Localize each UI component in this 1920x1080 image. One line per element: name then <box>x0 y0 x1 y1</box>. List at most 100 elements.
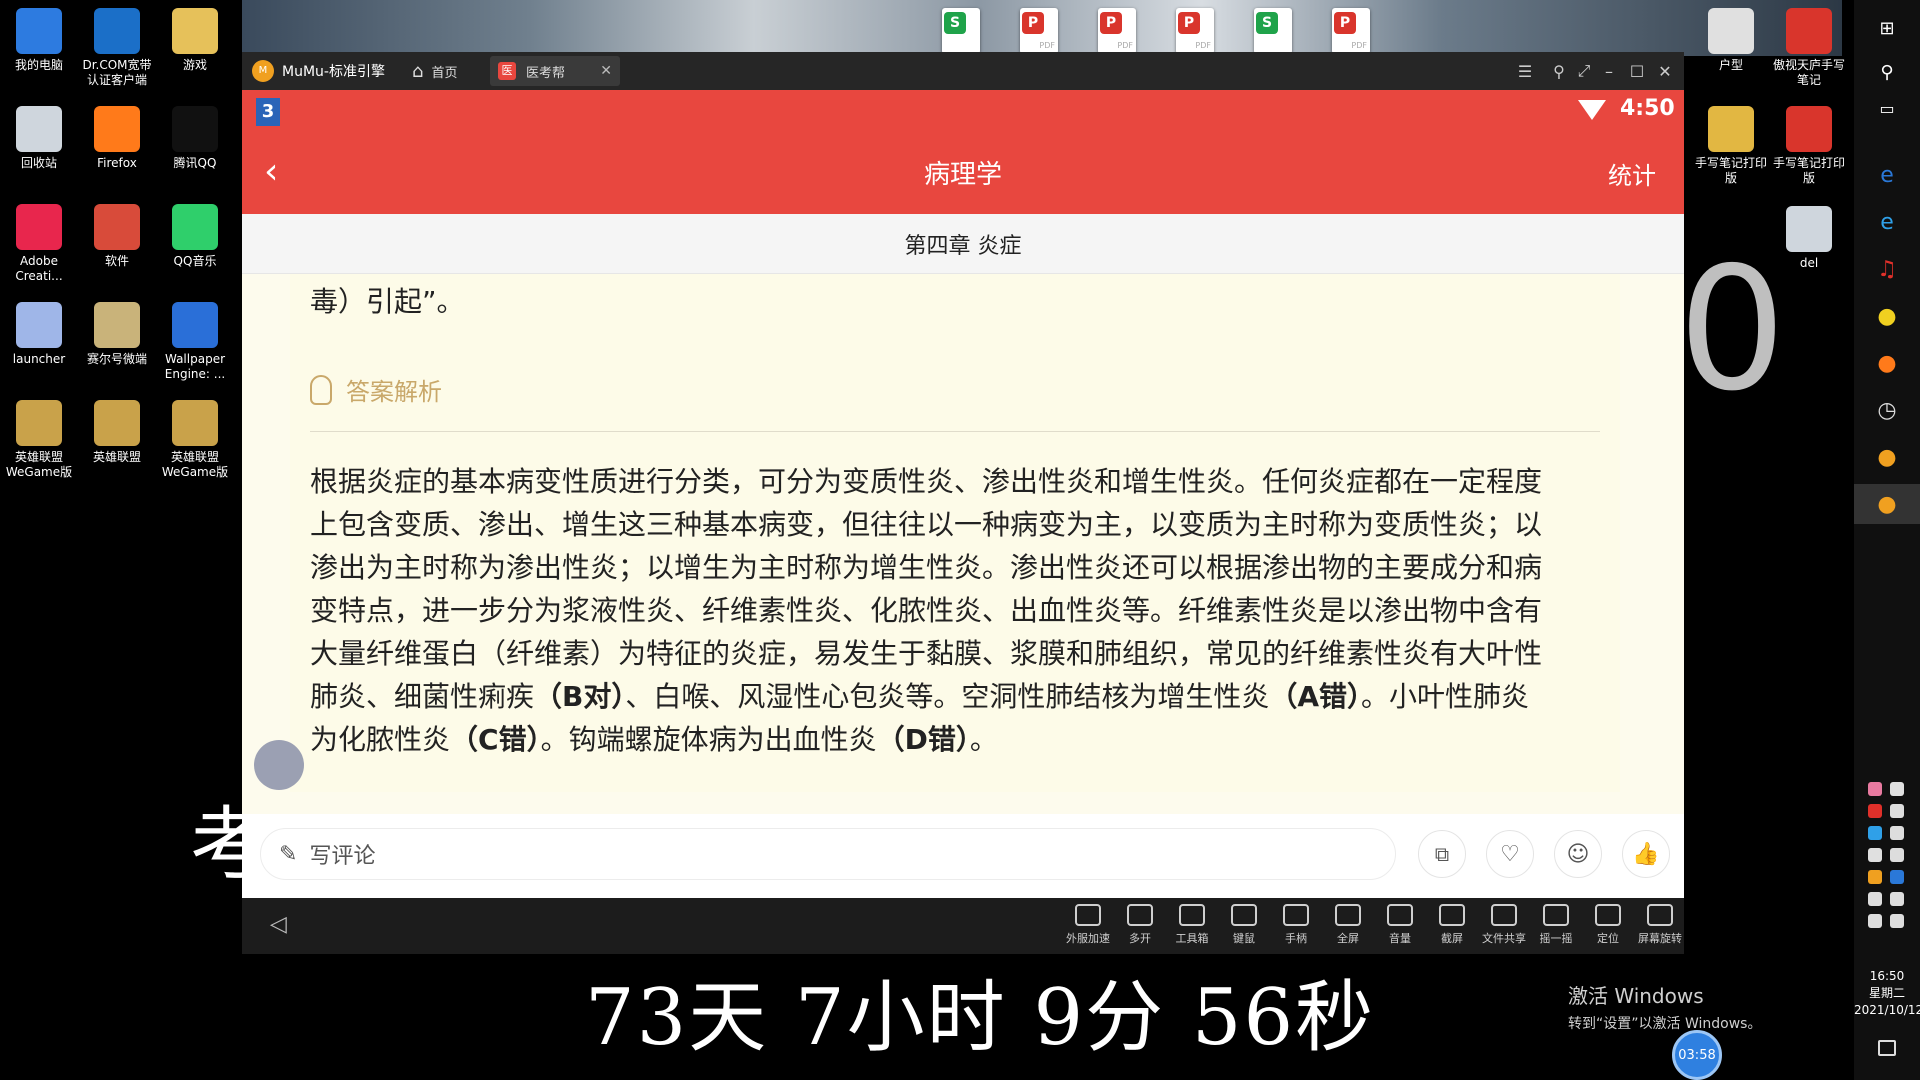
desktop-file[interactable]: S <box>942 8 980 54</box>
toolbar-tool[interactable]: 音量 <box>1374 904 1426 946</box>
taskbar-app-netease[interactable]: ♫ <box>1867 249 1907 289</box>
tab-yikaobang[interactable]: 医 医考帮 ✕ <box>490 56 620 86</box>
lol-icon <box>94 400 140 446</box>
desktop-icon[interactable]: 手写笔记打印版 <box>1770 106 1848 186</box>
toolbar-tool[interactable]: 定位 <box>1582 904 1634 946</box>
desktop-icon[interactable]: 赛尔号微端 <box>78 302 156 367</box>
share-button[interactable]: ⧉ <box>1418 830 1466 878</box>
floating-timer[interactable]: 03:58 <box>1672 1030 1722 1080</box>
desktop-icon-label: Dr.COM宽带认证客户端 <box>82 58 152 87</box>
tray-icon[interactable] <box>1868 782 1882 796</box>
tray-time: 16:50 <box>1869 969 1905 983</box>
taskbar-app-mumu[interactable]: ● <box>1867 437 1907 477</box>
clock-app-icon: ◷ <box>1877 397 1897 423</box>
tray-icon[interactable] <box>1890 826 1904 840</box>
desktop-file[interactable]: S <box>1254 8 1292 54</box>
tab-home-label: 首页 <box>431 65 458 81</box>
android-back-icon[interactable]: ◁ <box>270 912 287 937</box>
desktop-icon[interactable]: Dr.COM宽带认证客户端 <box>78 8 156 88</box>
android-screen: 3 4:50 ‹ 病理学 统计 第四章 炎症 毒）引起”。 答案解析 根据炎症的… <box>242 90 1684 898</box>
toolbar-tool[interactable]: 多开 <box>1114 904 1166 946</box>
stats-button[interactable]: 统计 <box>1608 156 1656 191</box>
taskbar-app-firefox[interactable]: ● <box>1867 343 1907 383</box>
toolbar-tool[interactable]: 截屏 <box>1426 904 1478 946</box>
desktop-icon[interactable]: 我的电脑 <box>0 8 78 73</box>
toolbar-tool[interactable]: 文件共享 <box>1478 904 1530 946</box>
start-button[interactable]: ⊞ <box>1867 8 1907 48</box>
desktop-icon[interactable]: Adobe Creati... <box>0 204 78 284</box>
desktop-icon[interactable]: 手写笔记打印版 <box>1692 106 1770 186</box>
desktop-icon[interactable]: QQ音乐 <box>156 204 234 269</box>
desktop-icon[interactable]: 户型 <box>1692 8 1770 73</box>
toolbar-tool[interactable]: 工具箱 <box>1166 904 1218 946</box>
answer-text: 肺炎、细菌性痢疾 <box>310 680 535 713</box>
tab-home[interactable]: ⌂ 首页 <box>412 56 482 86</box>
tray-icon[interactable] <box>1890 848 1904 862</box>
desktop-icon[interactable]: 英雄联盟 <box>78 400 156 465</box>
tray-icon[interactable] <box>1868 804 1882 818</box>
tray-icon[interactable] <box>1890 870 1904 884</box>
tray-icon[interactable] <box>1890 892 1904 906</box>
close-window-icon[interactable]: ✕ <box>1654 60 1676 82</box>
menu-icon[interactable]: ☰ <box>1514 60 1536 82</box>
taskbar-app-qqmusic[interactable]: ● <box>1867 296 1907 336</box>
taskbar-app-clock[interactable]: ◷ <box>1867 390 1907 430</box>
desktop-icon[interactable]: 软件 <box>78 204 156 269</box>
tool-icon <box>1075 904 1101 926</box>
minimize-icon[interactable]: – <box>1598 60 1620 82</box>
tray-icon[interactable] <box>1890 914 1904 928</box>
close-tab-icon[interactable]: ✕ <box>600 63 612 79</box>
tray-icon[interactable] <box>1868 826 1882 840</box>
tool-label: 截屏 <box>1441 932 1463 945</box>
comment-input[interactable]: ✎ 写评论 <box>260 828 1396 880</box>
notification-center-icon[interactable] <box>1878 1040 1896 1056</box>
resize-icon[interactable]: ⤢ <box>1573 60 1595 82</box>
toolbar-tool[interactable]: 全屏 <box>1322 904 1374 946</box>
desktop-file[interactable]: P PDF <box>1176 8 1214 54</box>
search-icon: ⚲ <box>1880 61 1894 83</box>
tray-icon[interactable] <box>1890 782 1904 796</box>
windows-activation-watermark: 激活 Windows 转到“设置”以激活 Windows。 <box>1568 980 1761 1033</box>
taskbar-app-mumu-active[interactable]: ● <box>1854 484 1920 524</box>
desktop-icon[interactable]: 游戏 <box>156 8 234 73</box>
task-view-button[interactable]: ▭ <box>1867 88 1907 128</box>
desktop-icon-label: 我的电脑 <box>14 58 63 72</box>
answer-verdict: （C错） <box>450 723 541 756</box>
pencil-icon: ✎ <box>279 841 298 867</box>
taskbar-app-edge[interactable]: e <box>1867 202 1907 242</box>
search-button[interactable]: ⚲ <box>1867 52 1907 92</box>
desktop-file[interactable]: P PDF <box>1098 8 1136 54</box>
toolbar-tool[interactable]: 手柄 <box>1270 904 1322 946</box>
folder-icon <box>94 204 140 250</box>
desktop-file[interactable]: P PDF <box>1332 8 1370 54</box>
taskbar-clock[interactable]: 16:50 星期二 2021/10/12 <box>1854 968 1920 1019</box>
maximize-icon[interactable]: ☐ <box>1626 60 1648 82</box>
desktop-icon[interactable]: Wallpaper Engine: ... <box>156 302 234 382</box>
tray-icon[interactable] <box>1868 892 1882 906</box>
tray-icon[interactable] <box>1868 848 1882 862</box>
tray-icon[interactable] <box>1868 870 1882 884</box>
desktop-icon-label: 英雄联盟WeGame版 <box>5 450 73 479</box>
desktop-icon[interactable]: 回收站 <box>0 106 78 171</box>
toolbar-tool[interactable]: 摇一摇 <box>1530 904 1582 946</box>
toolbar-tool[interactable]: 外服加速 <box>1062 904 1114 946</box>
like-button[interactable]: 👍 <box>1622 830 1670 878</box>
desktop-icon[interactable]: launcher <box>0 302 78 367</box>
desktop-icon[interactable]: 傲视天庐手写笔记 <box>1770 8 1848 88</box>
desktop-icon[interactable]: 腾讯QQ <box>156 106 234 171</box>
pin-icon[interactable]: ⚲ <box>1548 60 1570 82</box>
desktop-icon[interactable]: 英雄联盟WeGame版 <box>156 400 234 480</box>
desktop-file[interactable]: P PDF <box>1020 8 1058 54</box>
taskbar-app-ie[interactable]: e <box>1867 155 1907 195</box>
toolbar-tool[interactable]: 屏幕旋转 <box>1634 904 1686 946</box>
tray-icon[interactable] <box>1868 914 1882 928</box>
desktop-icon[interactable]: 英雄联盟WeGame版 <box>0 400 78 480</box>
favorite-button[interactable]: ♡ <box>1486 830 1534 878</box>
emulator-logo[interactable]: M MuMu-标准引擎 <box>252 56 402 86</box>
tool-label: 全屏 <box>1337 932 1359 945</box>
tray-icon[interactable] <box>1890 804 1904 818</box>
emoji-button[interactable]: ☺ <box>1554 830 1602 878</box>
answer-text: 。小叶性肺炎 <box>1361 680 1530 713</box>
desktop-icon[interactable]: Firefox <box>78 106 156 171</box>
toolbar-tool[interactable]: 键鼠 <box>1218 904 1270 946</box>
